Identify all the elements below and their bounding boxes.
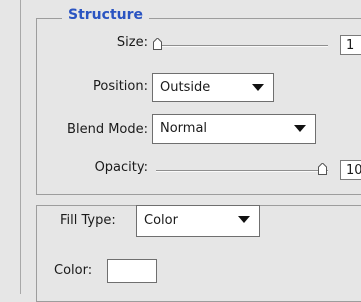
blend-mode-label: Blend Mode: (67, 122, 148, 137)
chevron-down-icon (229, 206, 259, 236)
fill-type-select-value: Color (144, 213, 178, 228)
size-slider-track[interactable] (156, 45, 328, 47)
color-swatch[interactable] (107, 259, 157, 283)
structure-title: Structure (62, 7, 150, 23)
position-label: Position: (93, 79, 148, 94)
size-slider-thumb[interactable] (153, 38, 162, 50)
blend-mode-select-value: Normal (160, 121, 208, 136)
fill-type-label: Fill Type: (54, 213, 148, 231)
opacity-value-field[interactable]: 10 (340, 160, 361, 180)
opacity-slider-thumb[interactable] (318, 163, 327, 175)
opacity-label: Opacity: (94, 160, 148, 175)
chevron-down-icon (285, 115, 315, 143)
opacity-slider-track[interactable] (156, 170, 328, 172)
size-label: Size: (116, 35, 148, 50)
position-select[interactable]: Outside (152, 73, 274, 102)
fill-type-select[interactable]: Color (136, 205, 260, 237)
panel-left-border (20, 0, 21, 294)
position-select-value: Outside (160, 80, 211, 95)
size-value-field[interactable]: 1 (340, 35, 361, 55)
blend-mode-select[interactable]: Normal (152, 114, 316, 144)
chevron-down-icon (243, 74, 273, 101)
